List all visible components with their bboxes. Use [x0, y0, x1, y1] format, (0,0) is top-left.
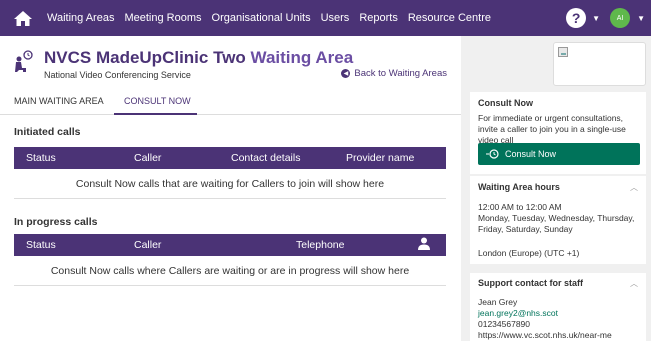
nav-resource-centre[interactable]: Resource Centre — [408, 12, 491, 24]
column-header-provider-name: Provider name — [346, 152, 415, 164]
chevron-up-icon[interactable]: ︿ — [630, 278, 638, 289]
user-menu-chevron-down-icon[interactable]: ▼ — [637, 14, 645, 23]
consult-now-button-label: Consult Now — [505, 149, 557, 159]
consult-now-description: For immediate or urgent consultations, i… — [478, 113, 626, 145]
tab-bar: MAIN WAITING AREA CONSULT NOW — [0, 91, 461, 115]
main-content: NVCS MadeUpClinic Two Waiting Area Natio… — [0, 36, 461, 341]
initiated-empty-message: Consult Now calls that are waiting for C… — [75, 178, 385, 190]
waiting-area-hours-card: Waiting Area hours ︿ 12:00 AM to 12:00 A… — [470, 176, 646, 264]
support-phone: 01234567890 — [478, 319, 531, 329]
column-header-caller: Caller — [134, 239, 162, 251]
avatar[interactable]: AI — [610, 8, 631, 28]
arrow-left-icon: ◀ — [341, 69, 351, 78]
support-contact-name: Jean Grey — [478, 297, 518, 307]
hours-timezone: London (Europe) (UTC +1) — [478, 248, 580, 258]
initiated-calls-title: Initiated calls — [14, 126, 81, 138]
divider — [14, 198, 446, 199]
hours-card-title: Waiting Area hours — [478, 182, 560, 192]
hours-days: Monday, Tuesday, Wednesday, Thursday, Fr… — [478, 213, 635, 234]
nav-waiting-areas[interactable]: Waiting Areas — [47, 12, 114, 24]
back-link-label: Back to Waiting Areas — [354, 68, 447, 79]
page-title: NVCS MadeUpClinic Two Waiting Area — [44, 48, 353, 68]
page-header: NVCS MadeUpClinic Two Waiting Area Natio… — [14, 46, 454, 86]
consult-now-card: Consult Now For immediate or urgent cons… — [470, 92, 646, 174]
column-header-telephone: Telephone — [296, 239, 345, 251]
home-icon[interactable] — [13, 10, 33, 26]
tab-main-waiting-area[interactable]: MAIN WAITING AREA — [14, 96, 104, 106]
column-header-status: Status — [26, 239, 56, 251]
page-subtitle: National Video Conferencing Service — [44, 70, 191, 80]
person-icon — [418, 237, 430, 253]
nav-reports[interactable]: Reports — [359, 12, 398, 24]
consult-now-card-title: Consult Now — [478, 98, 533, 108]
waiting-room-icon — [14, 50, 34, 76]
top-nav-bar: Waiting Areas Meeting Rooms Organisation… — [0, 0, 651, 36]
hours-time-range: 12:00 AM to 12:00 AM — [478, 202, 562, 212]
clinic-logo — [553, 42, 646, 86]
support-url[interactable]: https://www.vc.scot.nhs.uk/near-me — [478, 330, 612, 341]
help-icon[interactable]: ? — [566, 8, 587, 28]
support-card-title: Support contact for staff — [478, 278, 583, 288]
video-clock-icon — [486, 149, 499, 159]
chevron-up-icon[interactable]: ︿ — [630, 182, 638, 193]
back-to-waiting-areas-link[interactable]: ◀ Back to Waiting Areas — [341, 68, 447, 79]
active-tab-indicator — [114, 113, 197, 115]
divider — [14, 285, 446, 286]
column-header-contact-details: Contact details — [231, 152, 301, 164]
nav-users[interactable]: Users — [321, 12, 350, 24]
broken-image-icon — [558, 47, 568, 57]
in-progress-empty-message: Consult Now calls where Callers are wait… — [50, 265, 410, 277]
consult-now-button[interactable]: Consult Now — [478, 143, 640, 165]
tab-consult-now[interactable]: CONSULT NOW — [124, 96, 191, 106]
nav-organisational-units[interactable]: Organisational Units — [212, 12, 311, 24]
column-header-status: Status — [26, 152, 56, 164]
support-email-link[interactable]: jean.grey2@nhs.scot — [478, 308, 558, 319]
in-progress-table-header: Status Caller Telephone — [14, 234, 446, 256]
support-contact-card: Support contact for staff ︿ Jean Grey je… — [470, 273, 646, 341]
page-title-clinic: NVCS MadeUpClinic Two — [44, 48, 246, 67]
help-menu-chevron-down-icon[interactable]: ▼ — [592, 14, 600, 23]
nav-meeting-rooms[interactable]: Meeting Rooms — [124, 12, 201, 24]
in-progress-calls-title: In progress calls — [14, 216, 98, 228]
sidebar: Consult Now For immediate or urgent cons… — [461, 36, 651, 341]
page-title-suffix: Waiting Area — [250, 48, 354, 67]
column-header-caller: Caller — [134, 152, 162, 164]
initiated-table-header: Status Caller Contact details Provider n… — [14, 147, 446, 169]
